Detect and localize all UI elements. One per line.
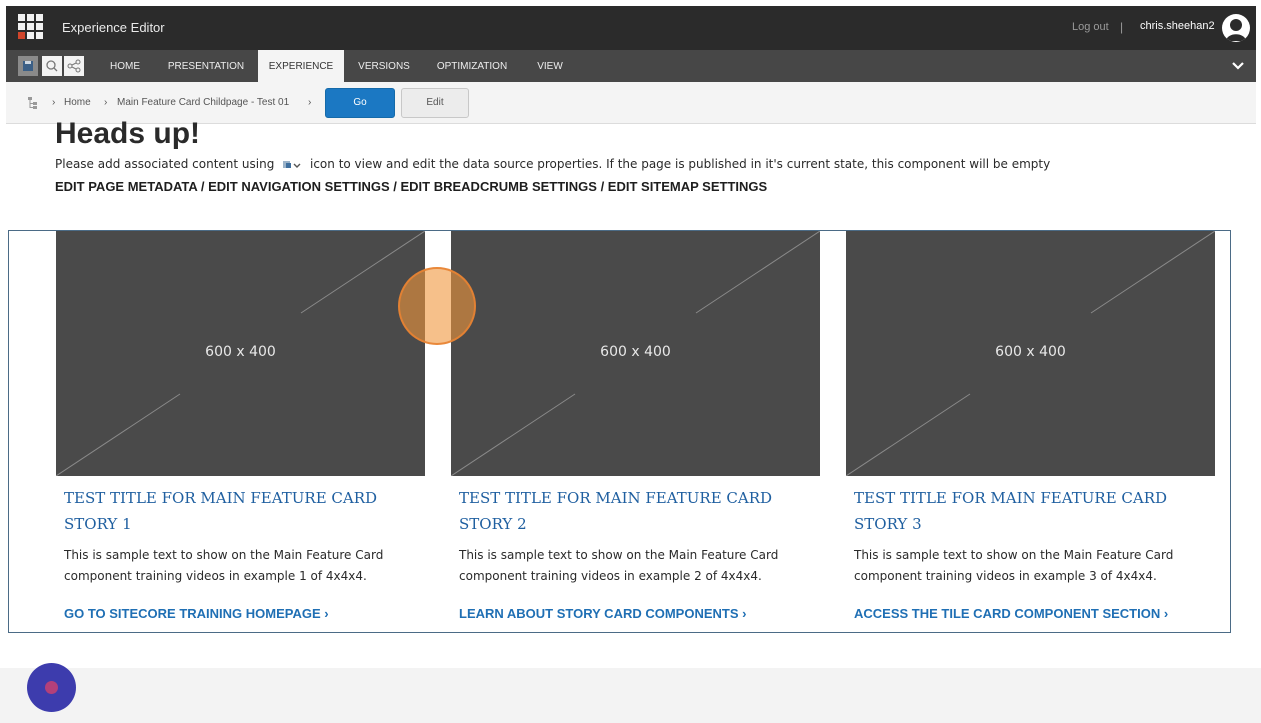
placeholder-label: 600 x 400 <box>995 344 1066 360</box>
top-bar: Experience Editor Log out | chris.sheeha… <box>6 6 1256 50</box>
placeholder-label: 600 x 400 <box>600 344 671 360</box>
datasource-icon <box>281 159 303 171</box>
notice-text: Please add associated content using icon… <box>55 157 1050 171</box>
tab-home[interactable]: HOME <box>100 50 150 82</box>
chevron-down-icon[interactable] <box>1230 58 1246 74</box>
separator: | <box>1120 20 1124 34</box>
edit-page-metadata-link[interactable]: EDIT PAGE METADATA <box>55 179 197 194</box>
link-separator: / <box>596 179 608 194</box>
card-link[interactable]: GO TO SITECORE TRAINING HOMEPAGE › <box>64 606 329 621</box>
username[interactable]: chris.sheehan2 <box>1140 20 1215 32</box>
image-placeholder[interactable]: 600 x 400 <box>451 231 820 476</box>
placeholder-label: 600 x 400 <box>205 344 276 360</box>
card-link-label: ACCESS THE TILE CARD COMPONENT SECTION <box>854 606 1161 621</box>
card-title-line: TEST TITLE FOR MAIN FEATURE CARD <box>854 489 1168 507</box>
tab-view[interactable]: VIEW <box>528 50 572 82</box>
breadcrumb-separator: › <box>308 97 312 108</box>
notice-text-start: Please add associated content using <box>55 157 275 171</box>
card-link-label: LEARN ABOUT STORY CARD COMPONENTS <box>459 606 739 621</box>
save-icon[interactable] <box>18 56 38 76</box>
breadcrumb-item-current[interactable]: Main Feature Card Childpage - Test 01 <box>117 97 289 108</box>
share-icon[interactable] <box>64 56 84 76</box>
card-text[interactable]: This is sample text to show on the Main … <box>64 545 419 587</box>
card-title[interactable]: TEST TITLE FOR MAIN FEATURE CARD STORY 3 <box>854 485 1214 537</box>
card-text[interactable]: This is sample text to show on the Main … <box>459 545 814 587</box>
page-title: Heads up! <box>55 117 201 150</box>
breadcrumb-separator: › <box>104 97 108 108</box>
card-title-line: STORY 2 <box>459 515 527 533</box>
image-placeholder[interactable]: 600 x 400 <box>846 231 1215 476</box>
app-title: Experience Editor <box>62 20 165 35</box>
chevron-right-icon: › <box>1163 606 1169 621</box>
link-separator: / <box>389 179 401 194</box>
link-separator: / <box>197 179 209 194</box>
edit-links: EDIT PAGE METADATA / EDIT NAVIGATION SET… <box>55 179 767 194</box>
card-title-line: TEST TITLE FOR MAIN FEATURE CARD <box>64 489 378 507</box>
cursor-highlight <box>398 267 476 345</box>
edit-sitemap-settings-link[interactable]: EDIT SITEMAP SETTINGS <box>608 179 767 194</box>
logout-link[interactable]: Log out <box>1072 21 1109 33</box>
tab-presentation[interactable]: PRESENTATION <box>162 50 250 82</box>
edit-breadcrumb-settings-link[interactable]: EDIT BREADCRUMB SETTINGS <box>401 179 597 194</box>
breadcrumb-separator: › <box>52 97 56 108</box>
floating-action-button[interactable] <box>27 663 76 712</box>
image-placeholder[interactable]: 600 x 400 <box>56 231 425 476</box>
card-link[interactable]: ACCESS THE TILE CARD COMPONENT SECTION › <box>854 606 1168 621</box>
card-link[interactable]: LEARN ABOUT STORY CARD COMPONENTS › <box>459 606 746 621</box>
go-button[interactable]: Go <box>325 88 395 118</box>
card-link-label: GO TO SITECORE TRAINING HOMEPAGE <box>64 606 321 621</box>
edit-button[interactable]: Edit <box>401 88 469 118</box>
tab-versions[interactable]: VERSIONS <box>352 50 416 82</box>
chevron-right-icon: › <box>324 606 329 621</box>
app-grid-icon[interactable] <box>18 14 43 39</box>
chevron-right-icon: › <box>742 606 747 621</box>
card-title-line: TEST TITLE FOR MAIN FEATURE CARD <box>459 489 773 507</box>
card-text[interactable]: This is sample text to show on the Main … <box>854 545 1209 587</box>
next-section-placeholder <box>0 668 1261 723</box>
content-tree-icon[interactable] <box>26 95 40 109</box>
breadcrumb-item-home[interactable]: Home <box>64 97 91 108</box>
search-icon[interactable] <box>42 56 62 76</box>
tab-experience[interactable]: EXPERIENCE <box>258 50 344 82</box>
user-avatar-icon[interactable] <box>1222 14 1250 42</box>
edit-navigation-settings-link[interactable]: EDIT NAVIGATION SETTINGS <box>208 179 390 194</box>
card-title[interactable]: TEST TITLE FOR MAIN FEATURE CARD STORY 2 <box>459 485 819 537</box>
tab-optimization[interactable]: OPTIMIZATION <box>426 50 518 82</box>
card-title-line: STORY 1 <box>64 515 132 533</box>
notice-text-end: icon to view and edit the data source pr… <box>310 157 1051 171</box>
card-title[interactable]: TEST TITLE FOR MAIN FEATURE CARD STORY 1 <box>64 485 424 537</box>
record-icon <box>45 681 58 694</box>
ribbon: HOME PRESENTATION EXPERIENCE VERSIONS OP… <box>6 50 1256 82</box>
card-title-line: STORY 3 <box>854 515 922 533</box>
